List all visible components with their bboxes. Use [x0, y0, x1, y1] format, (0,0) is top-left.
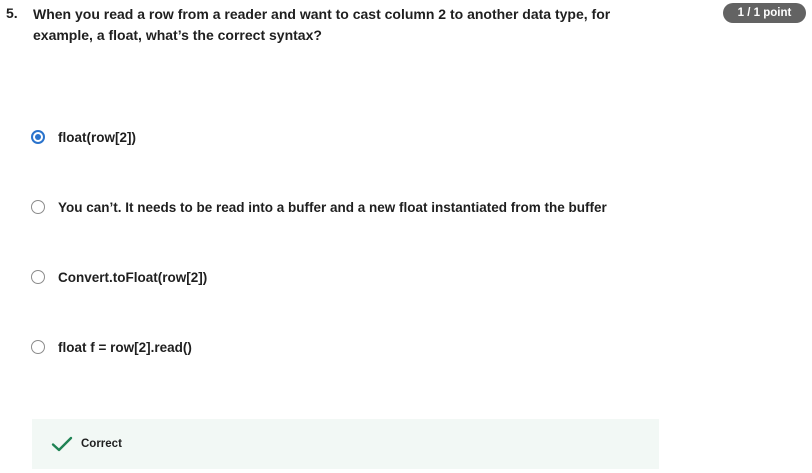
- question-number: 5.: [6, 5, 18, 21]
- radio-button[interactable]: [31, 200, 45, 214]
- option-label: Convert.toFloat(row[2]): [58, 269, 208, 285]
- option-label: float(row[2]): [58, 129, 136, 145]
- option-label: You can’t. It needs to be read into a bu…: [58, 199, 607, 215]
- option-1[interactable]: float(row[2]): [31, 127, 136, 147]
- radio-button-selected[interactable]: [31, 130, 45, 144]
- score-badge: 1 / 1 point: [723, 3, 806, 23]
- feedback-box: Correct: [32, 419, 659, 469]
- option-4[interactable]: float f = row[2].read(): [31, 337, 192, 357]
- option-3[interactable]: Convert.toFloat(row[2]): [31, 267, 207, 287]
- radio-button[interactable]: [31, 340, 45, 354]
- option-2[interactable]: You can’t. It needs to be read into a bu…: [31, 197, 607, 217]
- check-icon: [51, 436, 73, 452]
- option-label: float f = row[2].read(): [58, 339, 192, 355]
- feedback-label: Correct: [81, 438, 122, 450]
- question-text: When you read a row from a reader and wa…: [33, 6, 611, 43]
- radio-button[interactable]: [31, 270, 45, 284]
